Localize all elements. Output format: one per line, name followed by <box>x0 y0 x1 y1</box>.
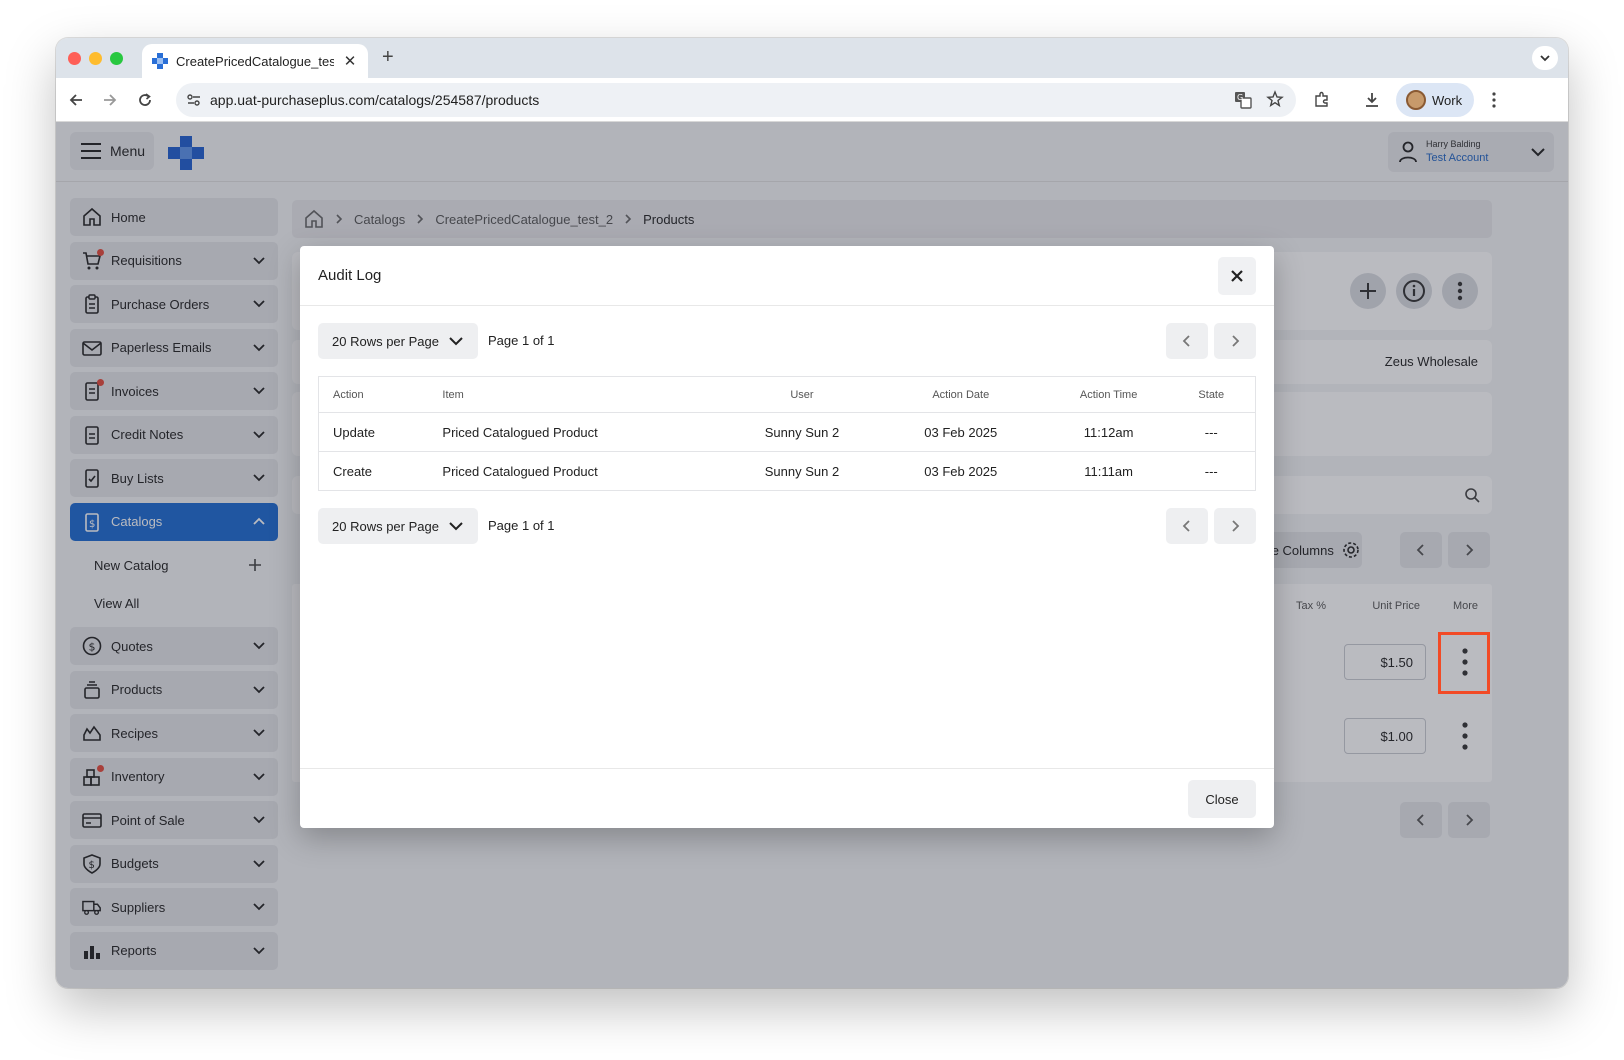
column-action-date: Action Date <box>871 376 1050 413</box>
browser-window: CreatePricedCatalogue_test_ ✕ + app.uat-… <box>56 38 1568 988</box>
browser-menu-icon[interactable] <box>1482 88 1506 112</box>
column-state: State <box>1167 376 1256 413</box>
minimize-window-button[interactable] <box>89 52 102 65</box>
chevron-left-icon <box>1182 335 1190 347</box>
audit-log-modal: Audit Log 20 Rows per Page Page 1 of 1 A… <box>300 246 1274 828</box>
profile-label: Work <box>1432 92 1463 108</box>
profile-avatar <box>1406 90 1426 110</box>
chevron-down-icon <box>449 522 463 531</box>
extensions-icon[interactable] <box>1310 88 1334 112</box>
close-icon <box>1231 270 1243 282</box>
maximize-window-button[interactable] <box>110 52 123 65</box>
page-info: Page 1 of 1 <box>488 518 555 533</box>
tab-strip: CreatePricedCatalogue_test_ ✕ + <box>56 38 1568 78</box>
pager-top: 20 Rows per Page Page 1 of 1 <box>318 323 1256 359</box>
prev-page-button[interactable] <box>1166 508 1208 544</box>
browser-tab[interactable]: CreatePricedCatalogue_test_ ✕ <box>142 44 368 78</box>
rows-per-page-select[interactable]: 20 Rows per Page <box>318 323 478 359</box>
table-row: Update Priced Catalogued Product Sunny S… <box>318 412 1256 452</box>
browser-toolbar: app.uat-purchaseplus.com/catalogs/254587… <box>56 78 1568 122</box>
modal-title: Audit Log <box>300 246 1274 306</box>
column-item: Item <box>428 376 733 413</box>
forward-arrow-icon[interactable] <box>98 88 122 112</box>
pager-bottom: 20 Rows per Page Page 1 of 1 <box>318 508 1256 544</box>
translate-icon[interactable]: G <box>1234 91 1252 109</box>
chevron-left-icon <box>1182 520 1190 532</box>
column-action-time: Action Time <box>1049 376 1168 413</box>
next-page-button[interactable] <box>1214 508 1256 544</box>
prev-page-button[interactable] <box>1166 323 1208 359</box>
bookmark-star-icon[interactable] <box>1266 90 1284 108</box>
rows-per-page-select[interactable]: 20 Rows per Page <box>318 508 478 544</box>
page-info: Page 1 of 1 <box>488 333 555 348</box>
url-text: app.uat-purchaseplus.com/catalogs/254587… <box>210 92 540 108</box>
tab-search-button[interactable] <box>1532 46 1558 70</box>
close-button[interactable]: Close <box>1188 780 1256 818</box>
next-page-button[interactable] <box>1214 323 1256 359</box>
modal-close-button[interactable] <box>1218 257 1256 295</box>
chevron-down-icon <box>449 337 463 346</box>
column-action: Action <box>318 376 429 413</box>
modal-footer: Close <box>300 768 1274 828</box>
site-settings-icon[interactable] <box>186 92 202 108</box>
tab-close-icon[interactable]: ✕ <box>342 52 358 70</box>
chevron-right-icon <box>1232 520 1240 532</box>
address-bar[interactable]: app.uat-purchaseplus.com/catalogs/254587… <box>176 83 1296 117</box>
reload-icon[interactable] <box>133 88 157 112</box>
close-window-button[interactable] <box>68 52 81 65</box>
profile-button[interactable]: Work <box>1396 83 1474 117</box>
table-header-row: Action Item User Action Date Action Time… <box>318 376 1256 413</box>
row-more-highlight <box>1438 632 1490 694</box>
svg-text:G: G <box>1237 93 1243 102</box>
column-user: User <box>732 376 872 413</box>
back-arrow-icon[interactable] <box>64 88 88 112</box>
table-row: Create Priced Catalogued Product Sunny S… <box>333 463 1218 479</box>
chevron-right-icon <box>1232 335 1240 347</box>
chevron-down-icon <box>1540 55 1550 62</box>
download-icon[interactable] <box>1360 88 1384 112</box>
tab-title: CreatePricedCatalogue_test_ <box>176 53 334 69</box>
new-tab-icon[interactable]: + <box>382 46 394 69</box>
audit-log-table: Action Item User Action Date Action Time… <box>318 376 1256 491</box>
favicon-icon <box>152 53 168 69</box>
